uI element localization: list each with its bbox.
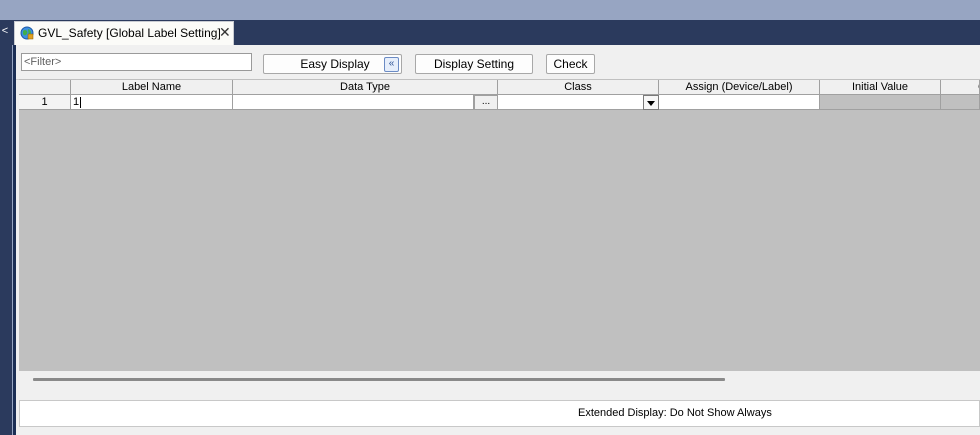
column-header-data-type[interactable]: Data Type <box>233 80 498 95</box>
column-header-label-name[interactable]: Label Name <box>71 80 233 95</box>
column-header-assign[interactable]: Assign (Device/Label) <box>659 80 820 95</box>
left-dock-strip <box>0 20 12 435</box>
column-header-class[interactable]: Class <box>498 80 659 95</box>
row-number[interactable]: 1 <box>19 95 71 110</box>
data-type-cell[interactable] <box>233 95 474 110</box>
toolbar: Easy Display « Display Setting Check <box>16 45 980 80</box>
class-dropdown-button[interactable] <box>643 95 659 110</box>
globe-icon <box>20 26 34 40</box>
row-number-header <box>19 80 71 95</box>
close-icon[interactable]: ✕ <box>219 24 231 40</box>
label-grid: Label Name Data Type Class Assign (Devic… <box>19 79 980 371</box>
chevron-down-icon <box>647 101 655 106</box>
tab-gvl-safety[interactable]: GVL_Safety [Global Label Setting] ✕ <box>14 21 234 45</box>
display-setting-button[interactable]: Display Setting <box>415 54 533 74</box>
text-caret <box>80 96 82 108</box>
double-chevron-left-icon[interactable]: « <box>384 57 399 72</box>
column-header-initial-value[interactable]: Initial Value <box>820 80 941 95</box>
assign-cell[interactable] <box>659 95 820 110</box>
initial-value-cell <box>820 95 941 110</box>
horizontal-scrollbar[interactable] <box>19 371 980 397</box>
easy-display-button[interactable]: Easy Display « <box>263 54 402 74</box>
collapse-left-icon[interactable]: < <box>0 24 10 38</box>
tab-title: GVL_Safety [Global Label Setting] <box>38 26 221 40</box>
label-name-value: 1 <box>73 96 80 108</box>
extended-display-bar[interactable]: Extended Display: Do Not Show Always <box>19 400 980 427</box>
check-button[interactable]: Check <box>546 54 595 74</box>
scrollbar-thumb[interactable] <box>33 378 725 381</box>
filter-input[interactable] <box>21 53 252 71</box>
data-type-browse-button[interactable]: ... <box>474 95 498 110</box>
extended-display-status: Extended Display: Do Not Show Always <box>578 407 772 419</box>
next-column-cell <box>941 95 980 110</box>
top-band <box>0 0 980 20</box>
column-header-next[interactable]: C <box>941 80 980 95</box>
class-cell[interactable] <box>498 95 659 110</box>
label-name-cell[interactable]: 1 <box>71 95 233 110</box>
global-label-editor: Easy Display « Display Setting Check Lab… <box>13 45 980 435</box>
